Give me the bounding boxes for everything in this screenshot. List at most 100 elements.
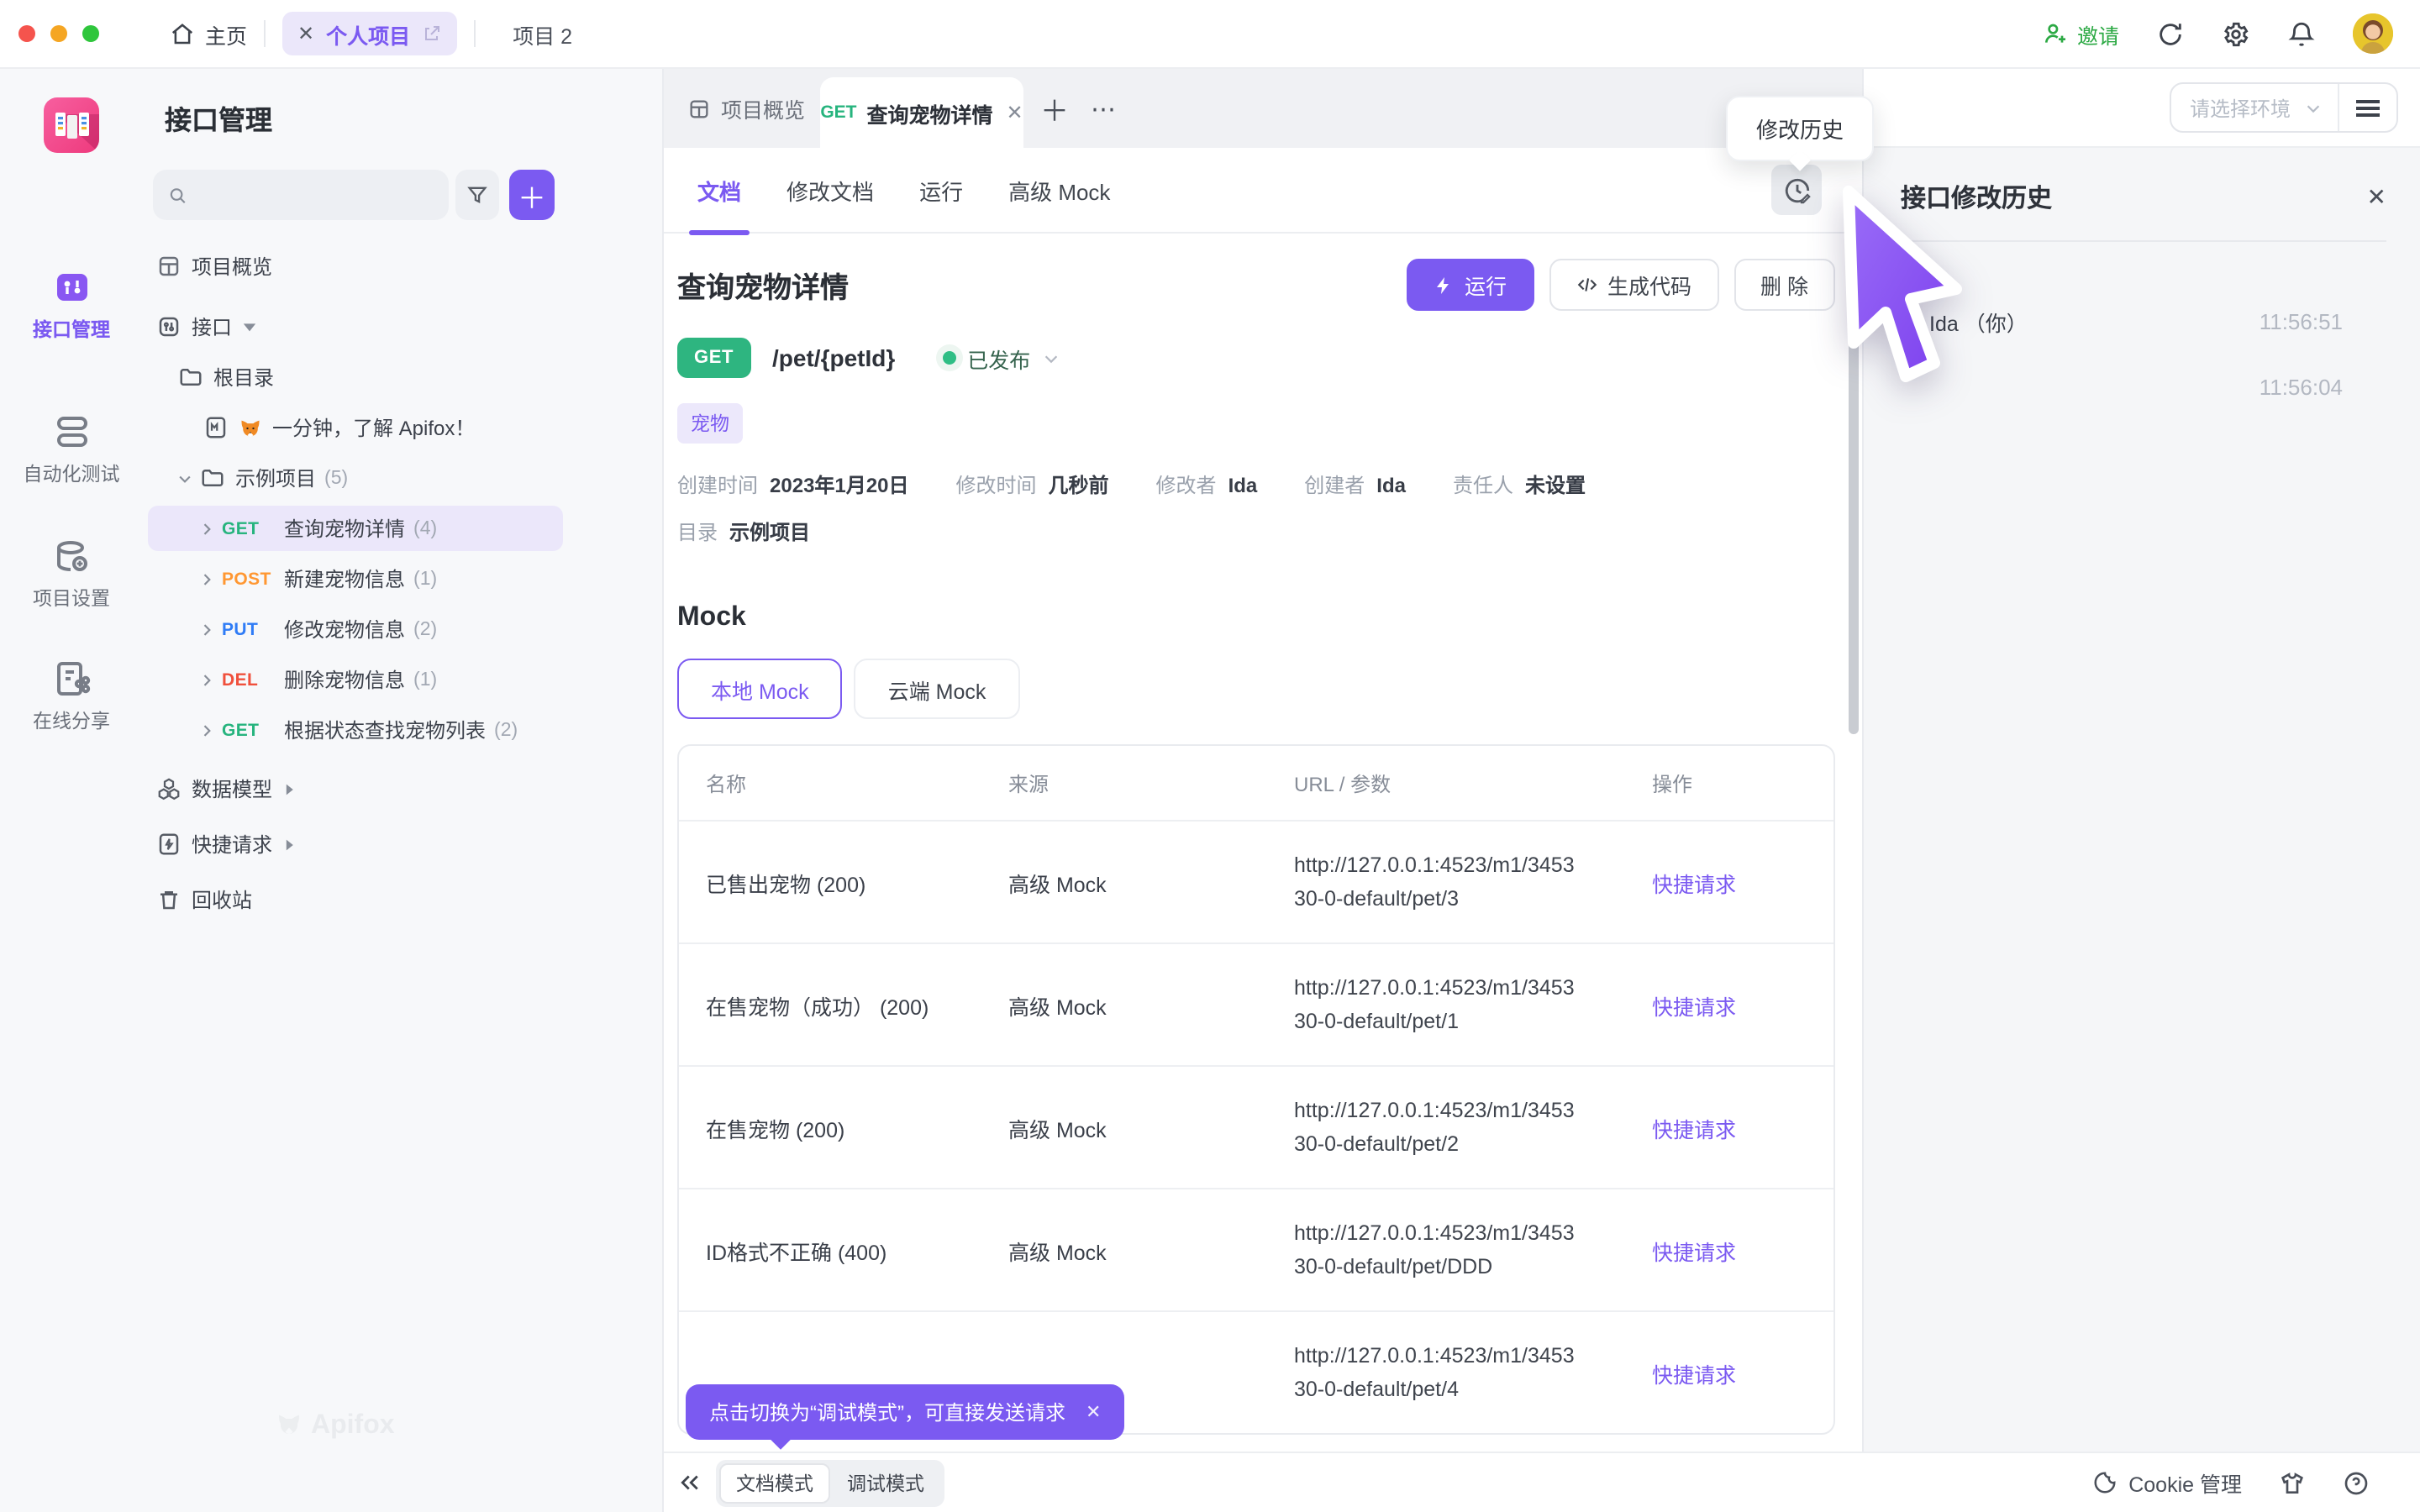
tab-project-overview[interactable]: 项目概览 — [687, 92, 805, 124]
quick-request-link[interactable]: 快捷请求 — [1652, 1357, 1807, 1389]
cookie-manager-button[interactable]: Cookie 管理 — [2091, 1467, 2242, 1499]
mock-row-available-pet-success: 在售宠物（成功） (200) 高级 Mock http://127.0.0.1:… — [679, 942, 1833, 1065]
subtab-advanced-mock[interactable]: 高级 Mock — [1008, 147, 1110, 233]
zoom-window-button[interactable] — [82, 25, 99, 42]
gear-icon[interactable] — [2222, 19, 2250, 48]
cookie-icon — [2091, 1470, 2117, 1495]
quick-request-link[interactable]: 快捷请求 — [1652, 866, 1807, 898]
tree-api-get-find-by-status[interactable]: GET 根据状态查找宠物列表 (2) — [143, 707, 662, 753]
debug-mode-button[interactable]: 调试模式 — [830, 1462, 941, 1503]
close-panel-icon[interactable]: ✕ — [2367, 183, 2386, 212]
add-api-button[interactable]: ＋ — [509, 170, 555, 220]
bell-icon[interactable] — [2287, 19, 2316, 48]
doc-mode-button[interactable]: 文档模式 — [719, 1462, 830, 1503]
sync-icon[interactable] — [2156, 19, 2185, 48]
tree-item-project-overview[interactable]: 项目概览 — [143, 244, 662, 289]
home-icon — [170, 21, 195, 46]
chevron-right-icon[interactable] — [198, 570, 215, 587]
person-plus-icon — [2042, 20, 2069, 47]
rail-item-project-settings[interactable]: 项目设置 — [0, 536, 143, 612]
document-subtabs: 文档 修改文档 运行 高级 Mock — [664, 148, 1862, 234]
quick-request-link[interactable]: 快捷请求 — [1652, 1111, 1807, 1143]
mock-table: 名称 来源 URL / 参数 操作 已售出宠物 (200) 高级 Mock ht… — [677, 744, 1835, 1435]
divider — [1901, 240, 2386, 242]
tab-get-pet-detail[interactable]: GET 查询宠物详情 ✕ — [820, 77, 1023, 148]
cloud-mock-tab[interactable]: 云端 Mock — [855, 659, 1020, 719]
menu-button[interactable] — [2339, 98, 2396, 117]
tab-project-2[interactable]: 项目 2 — [513, 18, 572, 50]
search-box[interactable] — [153, 170, 449, 220]
chevron-right-icon[interactable] — [198, 722, 215, 738]
tree-folder-example[interactable]: 示例项目 (5) — [143, 455, 662, 501]
close-tooltip-icon[interactable]: ✕ — [1086, 1401, 1101, 1423]
api-title: 查询宠物详情 — [677, 264, 849, 306]
delete-button[interactable]: 删 除 — [1733, 259, 1835, 311]
local-mock-tab[interactable]: 本地 Mock — [677, 659, 843, 719]
tree-section-data-models[interactable]: 数据模型 — [143, 766, 662, 811]
mock-row-bad-id: ID格式不正确 (400) 高级 Mock http://127.0.0.1:4… — [679, 1188, 1833, 1310]
tree-api-del-delete-pet[interactable]: DEL 删除宠物信息 (1) — [143, 657, 662, 702]
document-tab-strip: 项目概览 GET 查询宠物详情 ✕ ＋ ⋯ — [664, 69, 1862, 148]
chevron-right-icon[interactable] — [198, 520, 215, 537]
status-dot — [942, 351, 955, 365]
environment-selector[interactable]: 请选择环境 — [2170, 82, 2398, 133]
invite-button[interactable]: 邀请 — [2042, 18, 2119, 50]
quick-request-link[interactable]: 快捷请求 — [1652, 989, 1807, 1021]
generate-code-button[interactable]: 生成代码 — [1549, 259, 1718, 311]
tree-api-post-create-pet[interactable]: POST 新建宠物信息 (1) — [143, 556, 662, 601]
close-tab-icon[interactable]: ✕ — [1007, 101, 1023, 124]
quick-request-link[interactable]: 快捷请求 — [1652, 1234, 1807, 1266]
online-share-icon — [51, 659, 92, 699]
main-area: 项目概览 GET 查询宠物详情 ✕ ＋ ⋯ 文档 修改文档 运行 高级 Mock… — [664, 69, 1862, 1452]
subtab-doc[interactable]: 文档 — [697, 147, 741, 233]
subtab-edit-doc[interactable]: 修改文档 — [786, 147, 874, 233]
new-tab-button[interactable]: ＋ — [1040, 87, 1069, 129]
tree-section-apis[interactable]: 接口 — [143, 304, 662, 349]
mode-switch: 文档模式 调试模式 — [716, 1459, 944, 1506]
chevron-down-icon[interactable] — [176, 470, 193, 486]
markdown-doc-icon — [203, 415, 229, 440]
minimize-window-button[interactable] — [50, 25, 67, 42]
trash-icon — [156, 887, 182, 912]
api-path: /pet/{petId} — [772, 344, 895, 371]
subtab-run[interactable]: 运行 — [919, 147, 963, 233]
tree-api-put-update-pet[interactable]: PUT 修改宠物信息 (2) — [143, 606, 662, 652]
tab-personal-project[interactable]: ✕ 个人项目 — [282, 12, 457, 55]
panel-title: 接口管理 — [165, 97, 272, 138]
more-tabs-button[interactable]: ⋯ — [1091, 93, 1118, 123]
tree-api-get-pet-detail[interactable]: GET 查询宠物详情 (4) — [148, 506, 563, 551]
chevron-down-icon — [1042, 349, 1060, 367]
tree-doc-intro[interactable]: 一分钟，了解 Apifox！ — [143, 405, 662, 450]
rail-item-online-share[interactable]: 在线分享 — [0, 659, 143, 734]
search-input[interactable] — [197, 183, 434, 207]
rail-item-auto-testing[interactable]: 自动化测试 — [0, 412, 143, 487]
help-icon[interactable] — [2343, 1469, 2370, 1496]
open-in-new-icon[interactable] — [422, 24, 442, 44]
apifox-logo-icon — [274, 1411, 304, 1441]
chevron-right-icon[interactable] — [198, 671, 215, 688]
tag-pet[interactable]: 宠物 — [677, 403, 743, 444]
publish-status[interactable]: 已发布 — [942, 342, 1060, 374]
run-button[interactable]: 运行 — [1407, 259, 1534, 311]
caret-down-icon — [242, 319, 257, 334]
hamburger-icon — [2356, 98, 2380, 117]
bottom-bar: 文档模式 调试模式 Cookie 管理 — [664, 1452, 2420, 1512]
user-avatar[interactable] — [2353, 13, 2393, 54]
close-tab-icon[interactable]: ✕ — [297, 22, 314, 45]
home-button[interactable]: 主页 — [170, 18, 247, 50]
document-content: 查询宠物详情 运行 生成代码 删 除 GET /pet/{petId} — [664, 234, 1862, 1452]
chevron-right-icon[interactable] — [198, 621, 215, 638]
history-button[interactable] — [1771, 165, 1822, 215]
close-window-button[interactable] — [18, 25, 35, 42]
collapse-sidebar-icon[interactable] — [677, 1470, 702, 1495]
rail-item-api-management[interactable]: 接口管理 — [0, 267, 143, 343]
tree-section-quick-request[interactable]: 快捷请求 — [143, 822, 662, 867]
divider — [474, 20, 476, 47]
tree-item-recycle-bin[interactable]: 回收站 — [143, 877, 662, 922]
chevron-down-icon — [2304, 98, 2323, 117]
tree-folder-root[interactable]: 根目录 — [143, 354, 662, 400]
app-logo[interactable] — [44, 97, 99, 153]
tshirt-icon[interactable] — [2279, 1469, 2306, 1496]
filter-button[interactable] — [455, 170, 499, 220]
window-controls[interactable] — [18, 25, 99, 42]
